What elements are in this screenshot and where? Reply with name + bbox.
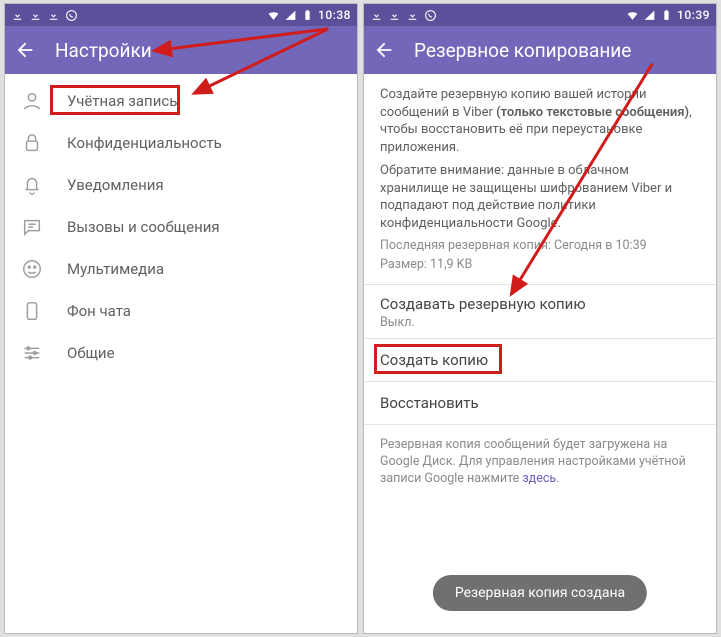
status-time: 10:39 [677,8,710,22]
settings-item-notifications[interactable]: Уведомления [5,164,357,206]
page-title: Настройки [55,39,152,62]
status-bar: 10:39 [364,4,716,26]
face-icon [21,258,43,280]
item-title: Восстановить [380,394,479,412]
settings-item-label: Учётная запись [67,92,177,110]
settings-item-account[interactable]: Учётная запись [5,80,357,122]
settings-item-calls[interactable]: Вызовы и сообщения [5,206,357,248]
viber-icon [65,9,78,22]
settings-item-label: Общие [67,344,115,362]
chat-icon [21,216,43,238]
back-button[interactable] [13,38,37,62]
settings-item-label: Уведомления [67,176,164,194]
schedule-backup-item[interactable]: Создавать резервную копию Выкл. [364,285,716,338]
download-icon [388,9,401,22]
toast-backup-created: Резервная копия создана [433,575,647,611]
desc-bold: (только текстовые сообщения) [496,105,689,120]
settings-item-label: Вызовы и сообщения [67,218,220,236]
phone-bg-icon [21,300,43,322]
last-backup: Последняя резервная копия: Сегодня в 10:… [380,238,700,255]
page-title: Резервное копирование [414,39,631,62]
download-icon [11,9,24,22]
footer-text: . [556,471,559,486]
left-phone: 10:38 Настройки Учётная запись Конфиденц… [4,3,358,634]
item-title: Создать копию [380,351,488,369]
lock-icon [21,132,43,154]
create-backup-item[interactable]: Создать копию [364,339,716,381]
settings-item-background[interactable]: Фон чата [5,290,357,332]
settings-item-media[interactable]: Мультимедиа [5,248,357,290]
app-bar: Резервное копирование [364,26,716,74]
item-subtitle: Выкл. [380,315,700,330]
backup-description: Создайте резервную копию вашей истории с… [364,74,716,284]
footer-link[interactable]: здесь [522,471,556,486]
user-icon [21,90,43,112]
battery-icon [301,9,314,22]
settings-item-label: Конфиденциальность [67,134,222,152]
sliders-icon [21,342,43,364]
wifi-icon [626,9,639,22]
signal-icon [643,9,656,22]
download-icon [406,9,419,22]
battery-icon [660,9,673,22]
settings-list: Учётная запись Конфиденциальность Уведом… [5,74,357,374]
signal-icon [284,9,297,22]
settings-item-label: Фон чата [67,302,131,320]
back-button[interactable] [372,38,396,62]
bell-icon [21,174,43,196]
viber-icon [424,9,437,22]
item-title: Создавать резервную копию [380,295,700,313]
download-icon [370,9,383,22]
restore-item[interactable]: Восстановить [364,382,716,424]
status-time: 10:38 [318,8,351,22]
download-icon [29,9,42,22]
backup-size: Размер: 11,9 KB [380,257,700,274]
backup-warning: Обратите внимание: данные в облачном хра… [380,163,672,231]
status-bar: 10:38 [5,4,357,26]
wifi-icon [267,9,280,22]
right-phone: 10:39 Резервное копирование Создайте рез… [363,3,717,634]
settings-item-label: Мультимедиа [67,260,164,278]
app-bar: Настройки [5,26,357,74]
toast-text: Резервная копия создана [455,585,625,601]
settings-item-general[interactable]: Общие [5,332,357,374]
backup-footer: Резервная копия сообщений будет загружен… [364,425,716,498]
download-icon [47,9,60,22]
settings-item-privacy[interactable]: Конфиденциальность [5,122,357,164]
